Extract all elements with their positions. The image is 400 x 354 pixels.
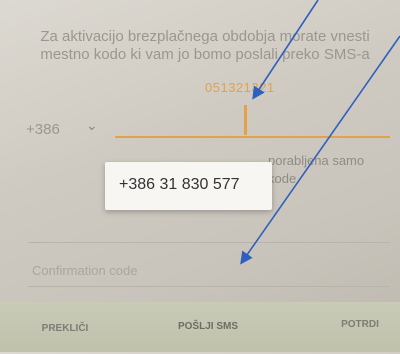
phone-suggestion-popup[interactable]: +386 31 830 577 bbox=[105, 162, 272, 210]
button-bar: PREKLIČI POŠLJI SMS POTRDI bbox=[0, 302, 400, 352]
text-cursor bbox=[244, 105, 247, 135]
phone-suggestion-item[interactable]: +386 31 830 577 bbox=[119, 176, 240, 194]
phone-number-value: 051321321 bbox=[205, 80, 275, 95]
annotation-arrow bbox=[240, 35, 400, 265]
confirm-button[interactable]: POTRDI bbox=[330, 300, 390, 350]
phone-input-underline[interactable] bbox=[115, 136, 390, 138]
send-sms-button[interactable]: POŠLJI SMS bbox=[168, 302, 248, 352]
confirmation-code-input[interactable]: Confirmation code bbox=[32, 263, 138, 278]
instruction-text: Za aktivacijo brezplačnega obdobja morat… bbox=[40, 28, 370, 63]
country-code-selector[interactable]: +386 bbox=[26, 121, 60, 138]
sms-activation-dialog: Za aktivacijo brezplačnega obdobja morat… bbox=[0, 0, 400, 352]
helper-note: porabljena samo kode. bbox=[268, 153, 365, 186]
confirmation-code-underline bbox=[28, 286, 390, 287]
chevron-down-icon[interactable]: ⌄ bbox=[86, 117, 98, 134]
cancel-button[interactable]: PREKLIČI bbox=[30, 304, 100, 354]
divider bbox=[28, 242, 390, 243]
